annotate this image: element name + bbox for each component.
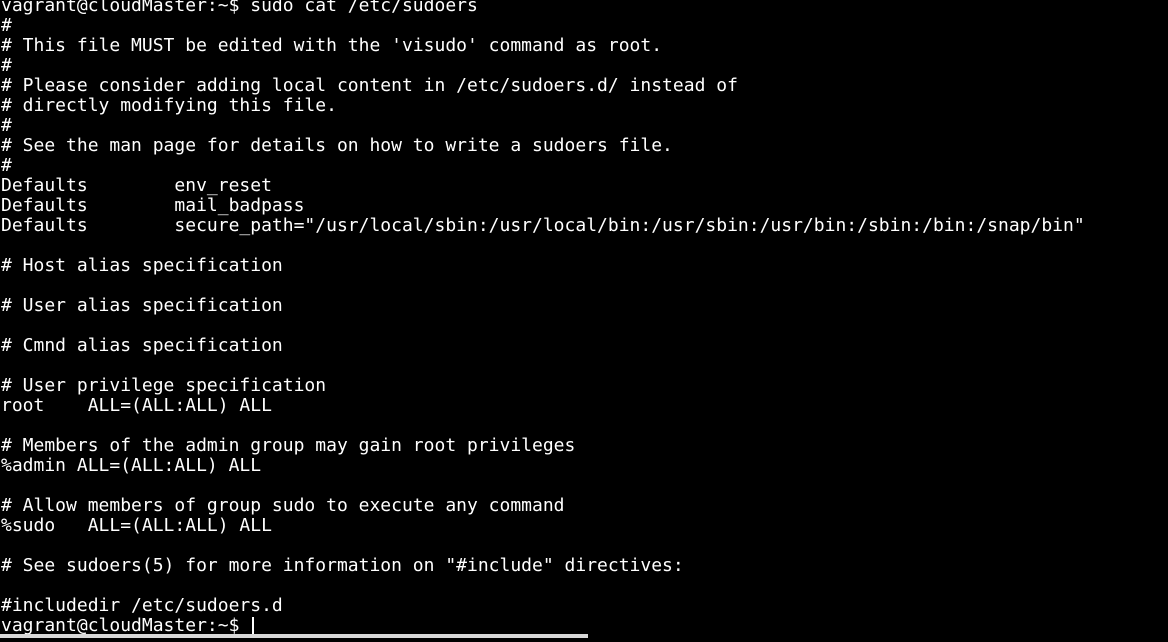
- terminal-line: %sudo ALL=(ALL:ALL) ALL: [1, 516, 272, 536]
- terminal-line: #includedir /etc/sudoers.d: [1, 596, 283, 616]
- scrollbar-thumb[interactable]: [0, 634, 588, 638]
- terminal-line: # See the man page for details on how to…: [1, 136, 673, 156]
- text-cursor: [252, 617, 255, 634]
- terminal-line: Defaults secure_path="/usr/local/sbin:/u…: [1, 216, 1085, 236]
- terminal-line: Defaults mail_badpass: [1, 196, 305, 216]
- terminal-output: vagrant@cloudMaster:~$ sudo cat /etc/sud…: [1, 0, 1168, 616]
- horizontal-scrollbar[interactable]: [0, 634, 1168, 638]
- terminal-line: vagrant@cloudMaster:~$ sudo cat /etc/sud…: [1, 0, 478, 16]
- terminal-line: # Members of the admin group may gain ro…: [1, 436, 576, 456]
- terminal-line: # Allow members of group sudo to execute…: [1, 496, 565, 516]
- terminal-line: # See sudoers(5) for more information on…: [1, 556, 684, 576]
- terminal-line: # This file MUST be edited with the 'vis…: [1, 36, 663, 56]
- terminal-line: %admin ALL=(ALL:ALL) ALL: [1, 456, 262, 476]
- terminal-line: root ALL=(ALL:ALL) ALL: [1, 396, 272, 416]
- terminal-line: #: [1, 56, 12, 76]
- terminal-line: # User privilege specification: [1, 376, 327, 396]
- terminal-line: # Please consider adding local content i…: [1, 76, 738, 96]
- terminal-line: # Host alias specification: [1, 256, 283, 276]
- terminal-line: #: [1, 156, 12, 176]
- shell-prompt: vagrant@cloudMaster:~$: [1, 616, 251, 636]
- terminal-line: # Cmnd alias specification: [1, 336, 283, 356]
- prompt-line[interactable]: vagrant@cloudMaster:~$: [1, 616, 1168, 636]
- terminal-window[interactable]: vagrant@cloudMaster:~$ sudo cat /etc/sud…: [0, 0, 1168, 638]
- terminal-line: # directly modifying this file.: [1, 96, 337, 116]
- terminal-line: # User alias specification: [1, 296, 283, 316]
- terminal-line: #: [1, 116, 12, 136]
- terminal-line: Defaults env_reset: [1, 176, 272, 196]
- terminal-line: #: [1, 16, 12, 36]
